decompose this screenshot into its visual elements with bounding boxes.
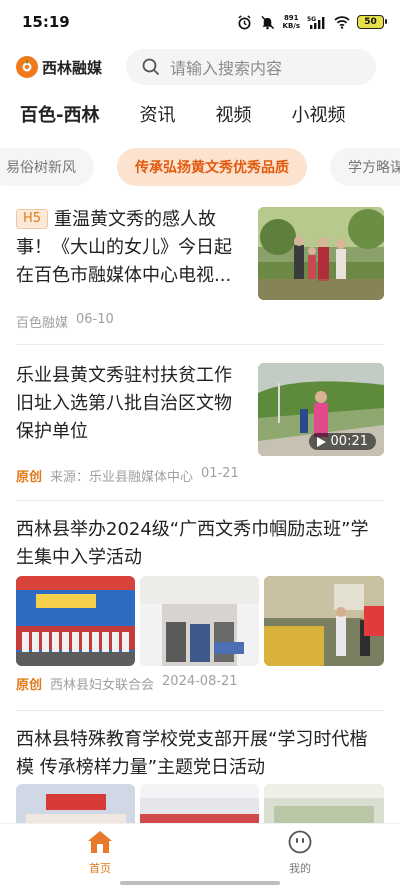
list-item[interactable]: H5 重温黄文秀的感人故事！《大山的女儿》今日起在百色市融媒体中心电视... 百色… (16, 206, 384, 331)
search-input[interactable]: 请输入搜索内容 (126, 49, 377, 85)
signal-icon: 5G (307, 14, 327, 30)
net-speed-unit: KB/s (282, 22, 300, 30)
article-image-3 (264, 576, 384, 666)
list-item[interactable]: 乐业县黄文秀驻村扶贫工作旧址入选第八批自治区文物保护单位 原创 来源：乐业县融媒… (16, 362, 384, 485)
alarm-icon (237, 14, 253, 30)
app-header: 西林融媒 请输入搜索内容 (0, 48, 400, 86)
article-date: 01-21 (201, 466, 239, 481)
topic-chips: 易俗树新风 传承弘扬黄文秀优秀品质 学方略谋 (0, 148, 400, 186)
net-speed: 891 KB/s (283, 14, 300, 30)
network-type: 5G (307, 16, 316, 23)
article-meta: 原创 西林县妇女联合会 2024-08-21 (16, 674, 238, 693)
original-badge: 原创 (16, 678, 43, 693)
article-title-text: 重温黄文秀的感人故事！《大山的女儿》今日起在百色市融媒体中心电视... (16, 209, 232, 286)
article-source: 来源：乐业县融媒体中心 (50, 470, 194, 485)
video-thumbnail[interactable]: 00:21 (258, 363, 384, 456)
chip-topic-1[interactable]: 易俗树新风 (0, 148, 94, 186)
tab-home-label: 首页 (89, 862, 111, 875)
article-title: H5 重温黄文秀的感人故事！《大山的女儿》今日起在百色市融媒体中心电视... (16, 206, 244, 290)
list-item[interactable]: 西林县举办2024级“广西文秀巾帼励志班”学生集中入学活动 原创 西林县妇女联合… (16, 516, 384, 693)
tab-baise-xilin[interactable]: 百色-西林 (20, 101, 99, 127)
battery-icon: 50 (357, 15, 387, 29)
tab-video[interactable]: 视频 (215, 101, 251, 127)
article-source: 西林县妇女联合会 (50, 678, 155, 693)
status-time: 15:19 (22, 13, 70, 31)
article-date: 2024-08-21 (162, 674, 238, 689)
search-icon (142, 58, 160, 76)
article-title: 西林县特殊教育学校党支部开展“学习时代楷模 传承榜样力量”主题党日活动 (16, 729, 368, 778)
app-logo: 西林融媒 (16, 56, 102, 78)
h5-tag: H5 (16, 209, 49, 229)
tab-short-video[interactable]: 小视频 (291, 101, 345, 127)
tab-news[interactable]: 资讯 (139, 101, 175, 127)
article-image-1 (16, 576, 135, 666)
chip-topic-3[interactable]: 学方略谋 (330, 148, 400, 186)
tab-profile-label: 我的 (289, 862, 311, 875)
net-speed-value: 891 (283, 14, 299, 22)
article-thumbnail (258, 207, 384, 300)
play-icon (316, 436, 326, 447)
article-title: 西林县举办2024级“广西文秀巾帼励志班”学生集中入学活动 (16, 519, 369, 568)
divider (16, 500, 384, 501)
original-badge: 原创 (16, 470, 43, 485)
tab-profile[interactable]: 我的 (200, 824, 400, 889)
article-title: 乐业县黄文秀驻村扶贫工作旧址入选第八批自治区文物保护单位 (16, 365, 232, 442)
status-icons: 891 KB/s 5G 50 (237, 14, 387, 30)
home-icon (87, 830, 113, 854)
article-source: 百色融媒 (16, 316, 69, 331)
search-placeholder: 请输入搜索内容 (170, 59, 283, 78)
profile-icon (288, 830, 312, 854)
mute-icon (260, 14, 276, 30)
article-image-2 (140, 576, 259, 666)
duration-text: 00:21 (330, 434, 368, 449)
status-bar: 15:19 891 KB/s 5G 50 (0, 0, 400, 44)
home-indicator[interactable] (120, 881, 280, 885)
article-date: 06-10 (76, 312, 114, 327)
video-duration: 00:21 (308, 433, 376, 450)
logo-mark-icon (16, 56, 38, 78)
article-meta: 原创 来源：乐业县融媒体中心 01-21 (16, 466, 239, 485)
wifi-icon (334, 14, 350, 30)
channel-nav: 百色-西林 资讯 视频 小视频 (0, 96, 400, 132)
bottom-tab-bar: 首页 我的 (0, 823, 400, 889)
list-item[interactable]: 西林县特殊教育学校党支部开展“学习时代楷模 传承榜样力量”主题党日活动 (16, 726, 384, 834)
article-meta: 百色融媒 06-10 (16, 312, 114, 331)
divider (16, 710, 384, 711)
divider (16, 344, 384, 345)
chip-topic-2[interactable]: 传承弘扬黄文秀优秀品质 (117, 148, 307, 186)
logo-text: 西林融媒 (42, 58, 103, 77)
tab-home[interactable]: 首页 (0, 824, 200, 889)
